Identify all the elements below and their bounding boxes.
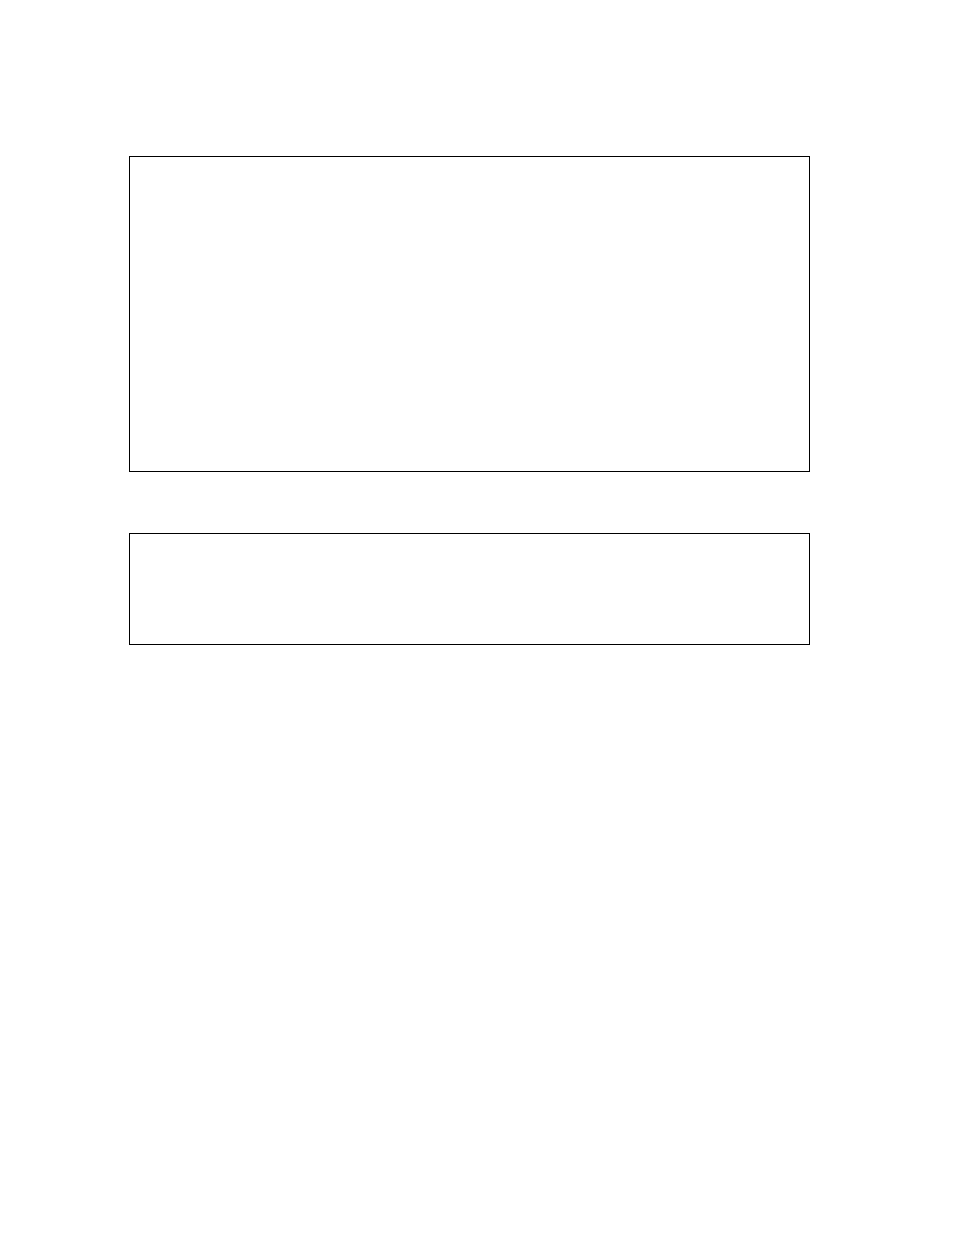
content-box-1	[129, 156, 810, 472]
content-box-2	[129, 533, 810, 645]
